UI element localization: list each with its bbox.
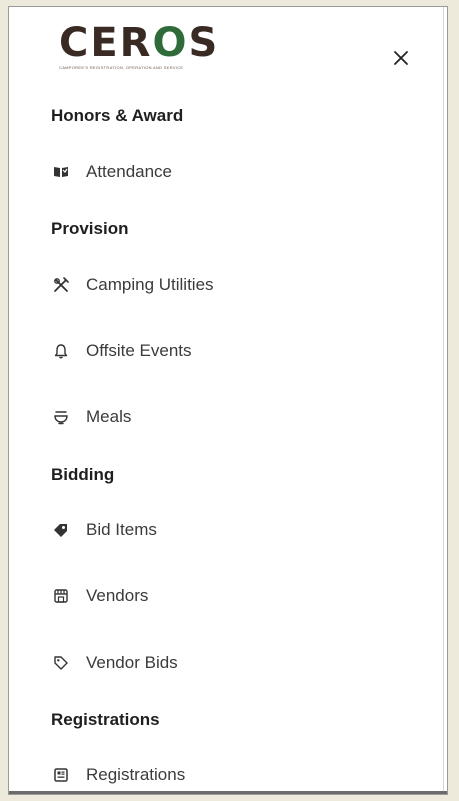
- nav-item-offsite-events[interactable]: Offsite Events: [49, 334, 409, 368]
- id-card-icon: [52, 766, 70, 784]
- brand-logo[interactable]: CEROS Camporee's Registration, Operation…: [59, 21, 229, 77]
- logo-leaf-o-icon: O: [152, 20, 189, 66]
- store-icon: [52, 587, 70, 605]
- logo-wordmark: CEROS: [59, 20, 220, 66]
- close-button[interactable]: [386, 43, 416, 73]
- section-title-bidding: Bidding: [51, 465, 115, 484]
- logo-tagline: Camporee's Registration, Operation and S…: [59, 65, 184, 70]
- tags-icon: [52, 521, 70, 539]
- bell-icon: [52, 342, 70, 360]
- close-icon: [394, 51, 408, 65]
- nav-item-label: Meals: [86, 407, 132, 426]
- nav-item-bid-items[interactable]: Bid Items: [49, 513, 409, 547]
- drawer-bottom-border: [9, 791, 447, 794]
- nav-item-attendance[interactable]: Attendance: [49, 155, 409, 189]
- section-title-registrations: Registrations: [51, 710, 160, 729]
- section-title-honors-award: Honors & Award: [51, 106, 184, 125]
- nav-item-label: Camping Utilities: [86, 275, 214, 294]
- nav-item-meals[interactable]: Meals: [49, 400, 409, 434]
- nav-item-label: Attendance: [86, 162, 173, 181]
- nav-item-label: Vendors: [86, 586, 149, 605]
- nav-drawer: CEROS Camporee's Registration, Operation…: [8, 6, 448, 795]
- nav-item-vendor-bids[interactable]: Vendor Bids: [49, 646, 409, 680]
- nav-item-label: Registrations: [86, 765, 186, 784]
- utensils-cross-icon: [52, 276, 70, 294]
- nav-item-label: Bid Items: [86, 520, 157, 539]
- tag-icon: [52, 654, 70, 672]
- bowl-icon: [52, 408, 70, 426]
- drawer-edge: [443, 7, 444, 794]
- nav-item-label: Vendor Bids: [86, 653, 178, 672]
- nav-item-camping-utilities[interactable]: Camping Utilities: [49, 268, 409, 302]
- book-open-icon: [52, 163, 70, 181]
- nav-item-registrations[interactable]: Registrations: [49, 758, 409, 792]
- section-title-provision: Provision: [51, 219, 129, 238]
- nav-item-label: Offsite Events: [86, 341, 192, 360]
- nav-item-vendors[interactable]: Vendors: [49, 579, 409, 613]
